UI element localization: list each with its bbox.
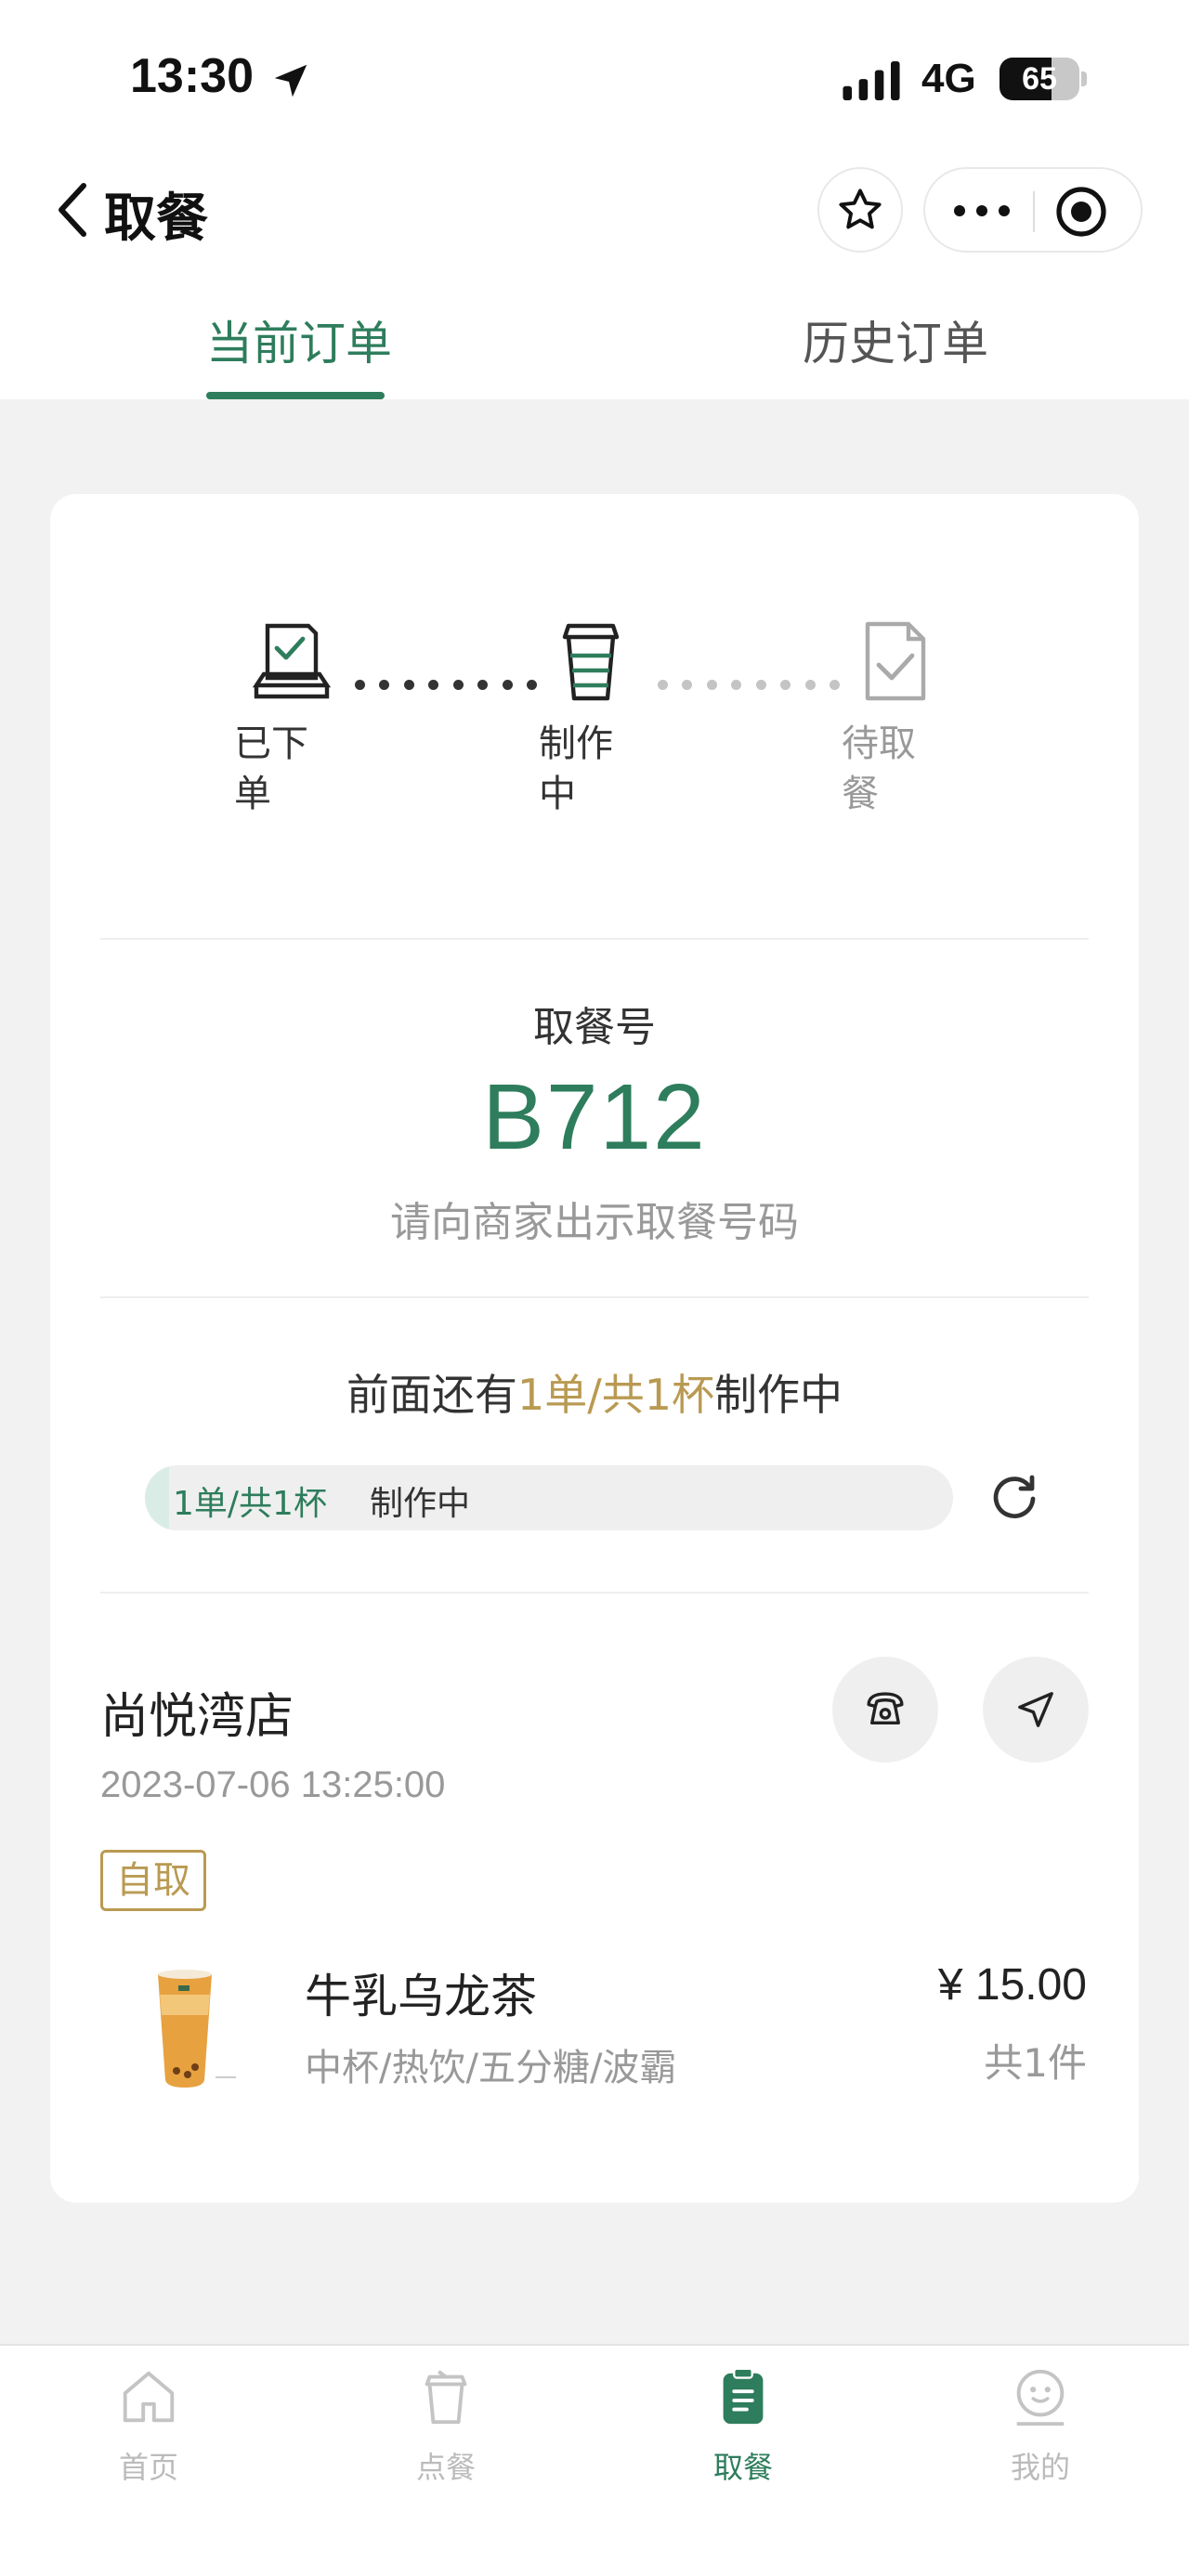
step-label-pickup: 待取餐 [842, 722, 916, 815]
queue-count: 1单/共1杯 [516, 1370, 715, 1420]
signal-icon [843, 61, 900, 100]
tab-pickup[interactable]: 取餐 [650, 2364, 836, 2487]
miniprogram-capsule [923, 167, 1143, 253]
divider [100, 938, 1089, 940]
tab-home[interactable]: 首页 [56, 2364, 242, 2487]
pickup-hint: 请向商家出示取餐号码 [390, 1199, 799, 1246]
pickup-number-label: 取餐号 [533, 1004, 656, 1051]
tab-home-label: 首页 [118, 2450, 178, 2485]
tab-order[interactable]: 点餐 [353, 2364, 539, 2487]
navigation-arrow-icon [1018, 1692, 1053, 1727]
tab-profile[interactable]: 我的 [947, 2364, 1133, 2487]
queue-bar-status: 制作中 [370, 1485, 471, 1523]
network-type: 4G [921, 56, 976, 101]
more-dots-icon [954, 205, 1010, 216]
home-icon [123, 2371, 175, 2423]
pickup-type-badge: 自取 [100, 1850, 206, 1911]
order-time: 2023-07-06 13:25:00 [100, 1764, 446, 1805]
cup-making-icon [562, 623, 620, 701]
page-title: 取餐 [104, 189, 208, 249]
product-name: 牛乳乌龙茶 [305, 1970, 537, 2023]
product-price: ¥ 15.00 [937, 1960, 1087, 2010]
step-connector-2 [658, 680, 840, 691]
pickup-waiting-icon [865, 621, 926, 701]
pickup-number: B712 [482, 1065, 707, 1169]
store-name: 尚悦湾店 [100, 1689, 294, 1745]
product-spec: 中杯/热饮/五分糖/波霸 [305, 2047, 677, 2089]
queue-progress-bar: 1单/共1杯 制作中 [145, 1465, 953, 1530]
queue-suffix: 制作中 [714, 1370, 843, 1420]
queue-status-text: 前面还有1单/共1杯制作中 [50, 1361, 1139, 1423]
step-connector-1 [355, 680, 537, 691]
more-button[interactable] [949, 189, 1014, 232]
capsule-divider [1033, 191, 1035, 232]
product-quantity: 共1件 [984, 2040, 1087, 2086]
tab-current-orders[interactable]: 当前订单 [206, 306, 392, 373]
favorite-button[interactable] [817, 167, 903, 253]
product-image [158, 1970, 236, 2088]
location-arrow-icon [274, 64, 307, 98]
header-area: 13:30 4G 65 取餐 当前订单 历史订单 [0, 0, 1189, 399]
star-icon [839, 189, 882, 229]
bottom-tab-bar: 首页 点餐 取餐 我的 [0, 2344, 1189, 2576]
call-store-button[interactable] [832, 1657, 938, 1763]
queue-progress-fill [145, 1465, 170, 1530]
tab-active-indicator [206, 392, 385, 399]
clipboard-icon [723, 2367, 764, 2425]
step-label-making: 制作中 [539, 722, 613, 815]
phone-icon [867, 1692, 904, 1724]
status-time: 13:30 [130, 49, 254, 103]
divider [100, 1592, 1089, 1594]
queue-prefix: 前面还有 [346, 1370, 517, 1420]
tab-order-label: 点餐 [415, 2450, 476, 2485]
tab-profile-label: 我的 [1010, 2450, 1070, 2485]
profile-face-icon [1016, 2369, 1065, 2426]
back-chevron-icon[interactable] [54, 182, 91, 238]
step-label-placed: 已下单 [234, 722, 308, 815]
tab-history-orders[interactable]: 历史订单 [803, 306, 988, 373]
cup-order-icon [425, 2370, 467, 2425]
navigate-store-button[interactable] [983, 1657, 1089, 1763]
battery-icon: 65 [1000, 58, 1089, 100]
refresh-icon[interactable] [988, 1471, 1040, 1523]
divider [100, 1296, 1089, 1298]
battery-percent: 65 [1022, 61, 1057, 97]
order-card: 已下单 制作中 待取餐 取餐号 B712 请向商家出示取餐号码 前面还有1单/共… [50, 494, 1139, 2203]
tab-pickup-label: 取餐 [712, 2450, 773, 2485]
order-placed-icon [252, 623, 332, 699]
queue-bar-count: 1单/共1杯 [173, 1485, 327, 1523]
close-miniprogram-icon[interactable] [1055, 186, 1107, 238]
